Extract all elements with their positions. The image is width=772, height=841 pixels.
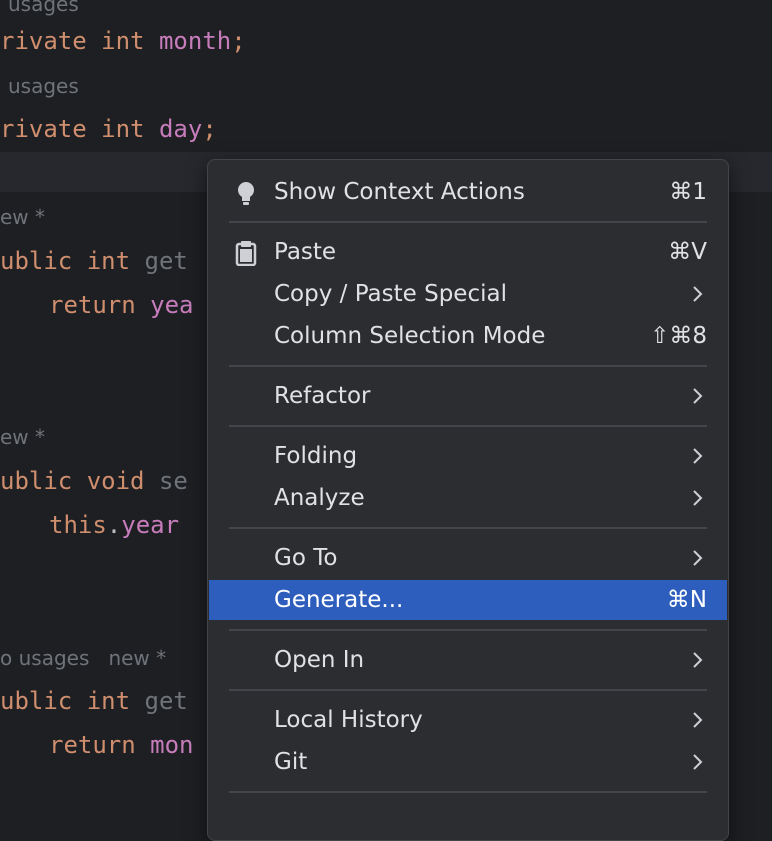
author-hint[interactable]: ew * [0, 205, 45, 229]
menu-separator [229, 629, 707, 631]
usages-hint[interactable]: usages [8, 0, 79, 16]
chevron-right-icon [687, 547, 709, 569]
menu-item-go-to[interactable]: Go To [209, 538, 727, 578]
menu-item-label: Show Context Actions [274, 179, 525, 205]
code-line-month-field[interactable]: rivate int month; [0, 27, 246, 55]
chevron-right-icon [687, 487, 709, 509]
menu-separator [229, 365, 707, 367]
menu-item-generate[interactable]: Generate... ⌘N [209, 580, 727, 620]
shortcut-label: ⌘N [666, 587, 707, 613]
menu-item-label: Open In [274, 647, 365, 673]
menu-item-open-in[interactable]: Open In [209, 640, 727, 680]
chevron-right-icon [687, 283, 709, 305]
code-line-day-field[interactable]: rivate int day; [0, 115, 217, 143]
menu-item-label: Column Selection Mode [274, 323, 546, 349]
menu-separator [229, 791, 707, 793]
menu-separator [229, 527, 707, 529]
menu-item-refactor[interactable]: Refactor [209, 376, 727, 416]
menu-item-paste[interactable]: Paste ⌘V [209, 232, 727, 272]
menu-item-folding[interactable]: Folding [209, 436, 727, 476]
menu-item-label: Go To [274, 545, 338, 571]
menu-item-git[interactable]: Git [209, 742, 727, 782]
menu-item-label: Copy / Paste Special [274, 281, 507, 307]
code-line-return-month[interactable]: return mon [49, 731, 194, 759]
shortcut-label: ⌘1 [669, 179, 707, 205]
menu-item-label: Paste [274, 239, 337, 265]
menu-item-label: Refactor [274, 383, 371, 409]
menu-separator [229, 689, 707, 691]
chevron-right-icon [687, 649, 709, 671]
menu-item-show-context-actions[interactable]: Show Context Actions ⌘1 [209, 172, 727, 212]
menu-separator [229, 221, 707, 223]
chevron-right-icon [687, 385, 709, 407]
lightbulb-icon [233, 180, 261, 206]
chevron-right-icon [687, 445, 709, 467]
shortcut-label: ⌘V [668, 239, 707, 265]
chevron-right-icon [687, 709, 709, 731]
menu-item-local-history[interactable]: Local History [209, 700, 727, 740]
context-menu: Show Context Actions ⌘1 Paste ⌘V Copy / … [207, 159, 729, 841]
code-line-get-year[interactable]: ublic int get [0, 247, 188, 275]
code-line-set-year[interactable]: ublic void se [0, 467, 188, 495]
menu-item-label: Local History [274, 707, 423, 733]
menu-item-copy-paste-special[interactable]: Copy / Paste Special [209, 274, 727, 314]
chevron-right-icon [687, 751, 709, 773]
menu-item-label: Git [274, 749, 308, 775]
menu-item-analyze[interactable]: Analyze [209, 478, 727, 518]
clipboard-icon [233, 240, 261, 267]
code-line-get-month[interactable]: ublic int get [0, 687, 188, 715]
usages-hint[interactable]: usages [8, 74, 79, 98]
menu-item-column-selection-mode[interactable]: Column Selection Mode ⇧⌘8 [209, 316, 727, 356]
code-line-return-year[interactable]: return yea [49, 291, 194, 319]
menu-item-label: Folding [274, 443, 358, 469]
author-hint[interactable]: ew * [0, 425, 45, 449]
menu-item-label: Generate... [274, 587, 404, 613]
menu-item-label: Analyze [274, 485, 365, 511]
shortcut-label: ⇧⌘8 [650, 323, 707, 349]
menu-separator [229, 425, 707, 427]
usages-author-hint[interactable]: o usages new * [0, 646, 166, 670]
code-line-this-year[interactable]: this.year [49, 511, 179, 539]
